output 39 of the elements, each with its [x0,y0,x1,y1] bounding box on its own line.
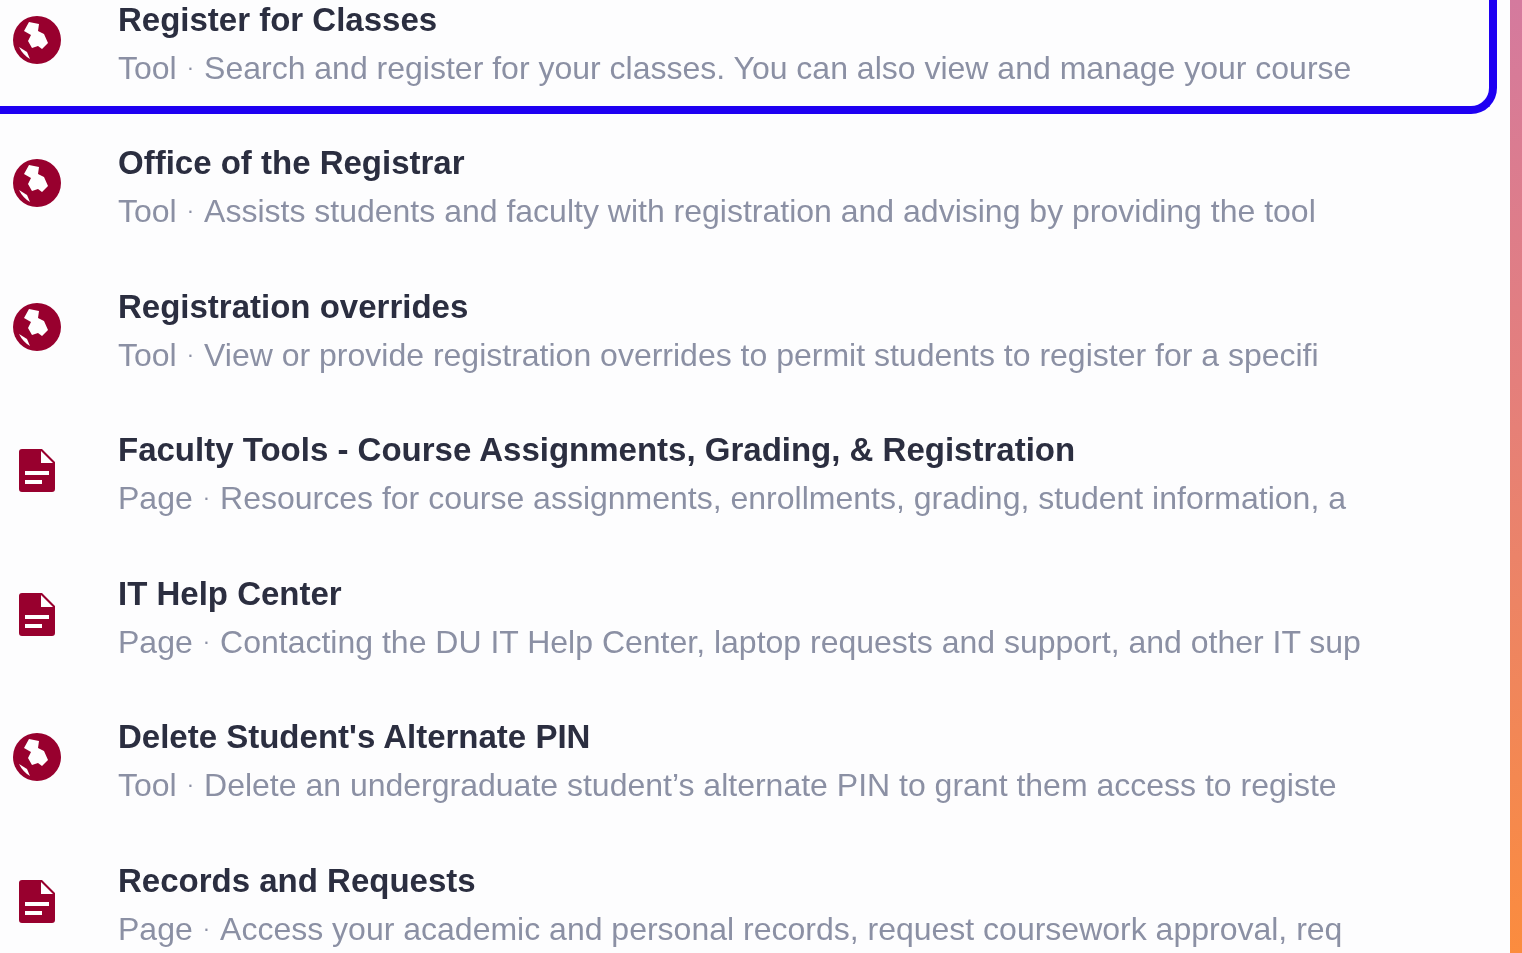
result-description: View or provide registration overrides to permit students to register for a specifi [204,335,1319,374]
separator-dot-icon: · [186,335,195,374]
result-title[interactable]: Delete Student's Alternate PIN [118,718,591,757]
selected-result-row[interactable]: Register for Classes Tool · Search and register for your classes. You can also view and manage your course [0,0,1497,114]
result-type: Page [118,622,193,661]
result-row[interactable]: Office of the Registrar Tool · Assists students and faculty with registration and advising by providing the tool [0,113,1497,257]
separator-dot-icon: · [186,766,195,805]
result-description: Resources for course assignments, enrollments, grading, student information, a [220,479,1346,518]
result-description: Access your academic and personal records, request coursework approval, req [220,909,1343,948]
result-row[interactable]: Delete Student's Alternate PIN Tool · Delete an undergraduate student’s alternate PIN to grant them access to registe [0,687,1497,831]
result-row[interactable]: IT Help Center Page · Contacting the DU IT Help Center, laptop requests and support, and other IT sup [0,544,1497,688]
separator-dot-icon: · [202,909,211,948]
result-type: Page [118,479,193,518]
globe-icon [12,301,62,352]
result-title[interactable]: Faculty Tools - Course Assignments, Grading, & Registration [118,431,1076,470]
separator-dot-icon: · [202,622,211,661]
separator-dot-icon: · [186,192,195,231]
result-row[interactable]: Faculty Tools - Course Assignments, Grading, & Registration Page · Resources for course assignments, enrollments, grading, student information, a [0,400,1497,544]
result-type: Tool [118,335,177,374]
result-title[interactable]: Records and Requests [118,861,476,900]
result-description: Assists students and faculty with registration and advising by providing the tool [204,192,1316,231]
globe-icon [12,14,62,65]
globe-icon [12,732,62,783]
result-description: Contacting the DU IT Help Center, laptop requests and support, and other IT sup [220,622,1361,661]
separator-dot-icon: · [202,479,211,518]
globe-icon [12,158,62,209]
result-title[interactable]: IT Help Center [118,574,342,613]
result-row[interactable]: Registration overrides Tool · View or provide registration overrides to permit students to register for a specifi [0,257,1497,401]
result-title[interactable]: Registration overrides [118,287,469,326]
result-description: Delete an undergraduate student’s alternate PIN to grant them access to registe [204,766,1337,805]
result-title[interactable]: Office of the Registrar [118,144,465,183]
result-type: Tool [118,766,177,805]
result-description: Search and register for your classes. You can also view and manage your course [204,48,1352,87]
result-type: Page [118,909,193,948]
result-type: Tool [118,48,177,87]
result-type: Tool [118,192,177,231]
separator-dot-icon: · [186,48,195,87]
result-row[interactable]: Records and Requests Page · Access your academic and personal records, request coursework approval, req [0,831,1497,953]
result-title[interactable]: Register for Classes [118,0,438,39]
